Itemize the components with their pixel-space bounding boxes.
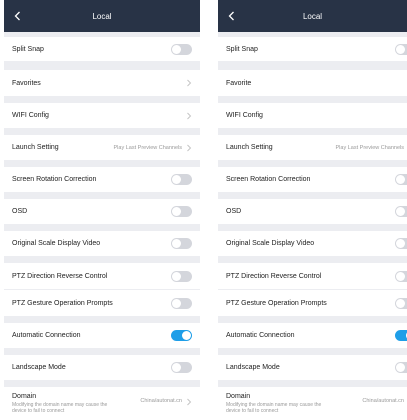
toggle-knob xyxy=(172,363,181,372)
setting-label: Landscape Mode xyxy=(12,364,66,371)
toggle-knob xyxy=(182,331,191,340)
domain-text: Domain Modifying the domain name may cau… xyxy=(12,393,140,414)
setting-wifi-config[interactable]: WIFI Config xyxy=(4,103,200,128)
setting-ptz-gesture: PTZ Gesture Operation Prompts xyxy=(4,290,200,316)
setting-label: OSD xyxy=(12,208,28,215)
toggle-knob xyxy=(396,207,405,216)
header-bar: Local xyxy=(4,0,200,32)
setting-wifi-config[interactable]: WIFI Config xyxy=(218,103,407,128)
setting-ptz-reverse: PTZ Direction Reverse Control xyxy=(4,263,200,289)
toggle-knob xyxy=(396,175,405,184)
osd-toggle[interactable] xyxy=(395,206,407,217)
original-scale-toggle[interactable] xyxy=(395,238,407,249)
setting-osd: OSD xyxy=(4,199,200,224)
setting-label: Launch Setting xyxy=(12,144,59,151)
setting-label: Domain xyxy=(12,393,37,400)
back-arrow-icon[interactable] xyxy=(224,0,238,32)
setting-favorites[interactable]: Favorites xyxy=(4,70,200,96)
settings-screen-right: Local Split Snap Favorite WIFI Config La… xyxy=(218,0,407,420)
setting-landscape: Landscape Mode xyxy=(4,355,200,380)
setting-label: PTZ Direction Reverse Control xyxy=(226,272,322,280)
toggle-knob xyxy=(172,44,181,54)
setting-label: Original Scale Display Video xyxy=(226,240,315,247)
screen-rotation-toggle[interactable] xyxy=(395,174,407,185)
auto-connect-toggle[interactable] xyxy=(395,330,407,341)
split-snap-toggle[interactable] xyxy=(171,43,192,55)
split-snap-toggle[interactable] xyxy=(395,43,407,55)
page-title: Local xyxy=(92,11,112,21)
setting-ptz-reverse: PTZ Direction Reverse Control xyxy=(218,263,407,289)
header-bar: Local xyxy=(218,0,407,32)
chevron-right-icon xyxy=(186,79,192,87)
setting-label: Favorites xyxy=(12,79,41,87)
chevron-right-icon xyxy=(186,112,192,120)
domain-note: Modifying the domain name may cause the … xyxy=(12,402,108,414)
setting-label: Screen Rotation Correction xyxy=(12,176,97,183)
ptz-reverse-toggle[interactable] xyxy=(171,270,192,282)
setting-launch[interactable]: Launch Setting Play Last Preview Channel… xyxy=(4,135,200,160)
toggle-knob xyxy=(396,298,405,308)
landscape-toggle[interactable] xyxy=(171,362,192,373)
original-scale-toggle[interactable] xyxy=(171,238,192,249)
toggle-knob xyxy=(172,271,181,281)
setting-domain[interactable]: Domain Modifying the domain name may cau… xyxy=(4,387,200,420)
toggle-knob xyxy=(172,207,181,216)
setting-auto-connect: Automatic Connection xyxy=(218,323,407,348)
setting-label: Landscape Mode xyxy=(226,364,280,371)
domain-note: Modifying the domain name may cause the … xyxy=(226,402,322,414)
landscape-toggle[interactable] xyxy=(395,362,407,373)
setting-domain[interactable]: Domain Modifying the domain name may cau… xyxy=(218,387,407,420)
toggle-knob xyxy=(396,239,405,248)
setting-label: OSD xyxy=(226,208,242,215)
setting-label: PTZ Gesture Operation Prompts xyxy=(12,299,113,307)
setting-auto-connect: Automatic Connection xyxy=(4,323,200,348)
screen-rotation-toggle[interactable] xyxy=(171,174,192,185)
domain-value: China/autonat.cn xyxy=(140,398,182,404)
setting-label: Domain xyxy=(226,393,251,400)
chevron-right-icon xyxy=(186,398,192,406)
toggle-knob xyxy=(172,175,181,184)
setting-screen-rotation: Screen Rotation Correction xyxy=(4,167,200,192)
auto-connect-toggle[interactable] xyxy=(171,330,192,341)
toggle-knob xyxy=(172,298,181,308)
setting-landscape: Landscape Mode xyxy=(218,355,407,380)
setting-favorites[interactable]: Favorite xyxy=(218,70,407,96)
setting-ptz-gesture: PTZ Gesture Operation Prompts xyxy=(218,290,407,316)
setting-label: Favorite xyxy=(226,79,252,87)
ptz-gesture-toggle[interactable] xyxy=(171,297,192,309)
setting-split-snap: Split Snap xyxy=(4,37,200,61)
domain-text: Domain Modifying the domain name may cau… xyxy=(226,393,362,414)
setting-label: PTZ Gesture Operation Prompts xyxy=(226,299,327,307)
setting-label: Launch Setting xyxy=(226,144,273,151)
setting-label: Screen Rotation Correction xyxy=(226,176,311,183)
setting-label: WIFI Config xyxy=(12,112,49,119)
ptz-gesture-toggle[interactable] xyxy=(395,297,407,309)
ptz-reverse-toggle[interactable] xyxy=(395,270,407,282)
page-title: Local xyxy=(302,11,323,21)
back-arrow-icon[interactable] xyxy=(10,0,24,32)
setting-label: WIFI Config xyxy=(226,112,263,119)
osd-toggle[interactable] xyxy=(171,206,192,217)
domain-value: China/autonat.cn xyxy=(362,398,404,404)
setting-label: PTZ Direction Reverse Control xyxy=(12,272,108,280)
launch-setting-value: Play Last Preview Channels xyxy=(335,144,404,151)
setting-label: Original Scale Display Video xyxy=(12,240,101,247)
setting-osd: OSD xyxy=(218,199,407,224)
launch-setting-value: Play Last Preview Channels xyxy=(113,144,182,151)
toggle-knob xyxy=(396,271,405,281)
setting-label: Automatic Connection xyxy=(226,332,295,339)
settings-screen-left: Local Split Snap Favorites WIFI Config L… xyxy=(4,0,200,420)
setting-label: Split Snap xyxy=(226,45,258,53)
setting-launch[interactable]: Launch Setting Play Last Preview Channel… xyxy=(218,135,407,160)
toggle-knob xyxy=(396,363,405,372)
setting-label: Automatic Connection xyxy=(12,332,81,339)
setting-original-scale: Original Scale Display Video xyxy=(218,231,407,256)
setting-screen-rotation: Screen Rotation Correction xyxy=(218,167,407,192)
setting-label: Split Snap xyxy=(12,45,44,53)
toggle-knob xyxy=(172,239,181,248)
setting-original-scale: Original Scale Display Video xyxy=(4,231,200,256)
setting-split-snap: Split Snap xyxy=(218,37,407,61)
chevron-right-icon xyxy=(186,144,192,152)
toggle-knob xyxy=(396,44,405,54)
